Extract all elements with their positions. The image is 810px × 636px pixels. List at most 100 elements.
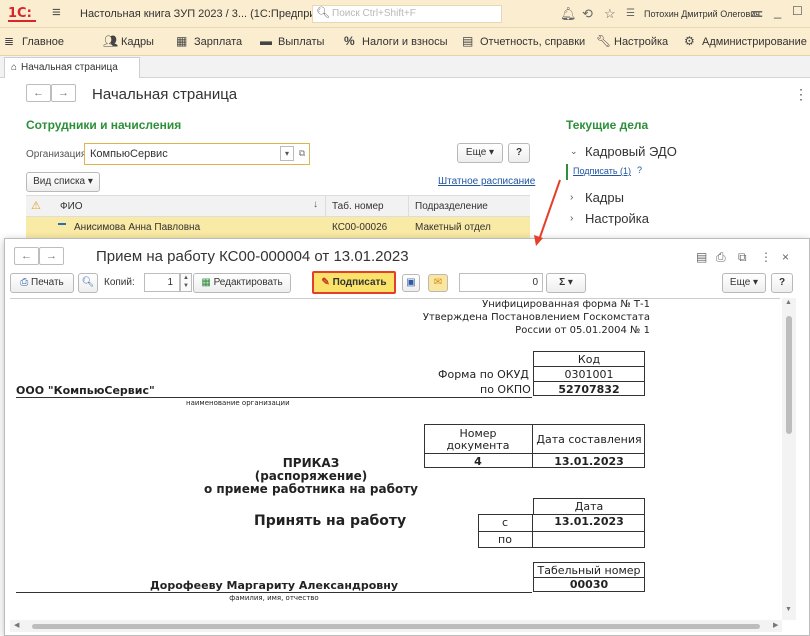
close-icon[interactable]: × <box>782 250 789 264</box>
section-reports[interactable]: ▤ Отчетность, справки <box>462 34 585 50</box>
more-actions-icon[interactable]: ⋮ <box>760 250 772 264</box>
sort-arrow-icon[interactable]: ↓ <box>313 199 318 210</box>
sum-button[interactable]: Σ ▾ <box>546 273 586 293</box>
scroll-right-icon[interactable]: ▶ <box>773 621 778 629</box>
hr-group[interactable]: Кадры <box>585 190 624 205</box>
copies-spinner[interactable]: ▲ ▼ <box>180 273 192 292</box>
settings-group[interactable]: Настройка <box>585 211 649 226</box>
sign-button[interactable]: ✎ Подписать <box>312 271 396 294</box>
edit-button[interactable]: ▦ Редактировать <box>193 273 291 293</box>
doc-back-button[interactable]: ← <box>14 247 39 265</box>
print-icon[interactable]: ⎙ <box>716 250 726 265</box>
from-date-value: 13.01.2023 <box>554 515 624 528</box>
user-name[interactable]: Потохин Дмитрий Олегович <box>644 9 760 19</box>
wrench-icon: 🔧︎ <box>596 34 612 48</box>
sign-pending-link[interactable]: Подписать (1) <box>573 166 631 176</box>
underline <box>16 397 532 398</box>
hire-label: Принять на работу <box>254 513 407 529</box>
global-search-input[interactable]: Поиск Ctrl+Shift+F <box>332 8 416 19</box>
from-label: с <box>501 516 509 529</box>
user-icon[interactable]: ☰ <box>626 8 635 19</box>
doc-forward-button[interactable]: → <box>39 247 64 265</box>
main-menu-icon[interactable]: ≡ <box>52 4 61 21</box>
chevron-down-icon: ▾ <box>87 176 93 187</box>
form-approval-block: Унифицированная форма № Т-1 Утверждена П… <box>422 299 650 336</box>
back-button[interactable]: ← <box>26 84 51 102</box>
search-icon: 🔍︎ <box>316 7 330 19</box>
help-button[interactable]: ? <box>508 143 530 163</box>
sign-help-link[interactable]: ? <box>637 165 642 175</box>
tab-home[interactable]: ⌂ Начальная страница <box>4 57 140 78</box>
vertical-scroll-thumb[interactable] <box>786 316 792 434</box>
doc-date-header: Дата составления <box>536 433 642 446</box>
arrow-head <box>534 235 543 246</box>
row-tab-number: КС00-00026 <box>332 222 388 233</box>
copies-input[interactable]: 1 <box>144 273 180 292</box>
doc-more-button[interactable]: Еще ▾ <box>722 273 766 293</box>
chevron-down-icon: ▾ <box>567 277 573 288</box>
favorites-star-icon[interactable]: ☆ <box>604 6 616 22</box>
organization-label: Организация: <box>26 149 90 160</box>
minimize-icon[interactable]: _ <box>774 4 781 19</box>
chevron-right-icon[interactable]: › <box>570 192 573 203</box>
more-button[interactable]: Еще ▾ <box>457 143 503 163</box>
section-main[interactable]: ≣ Главное <box>4 34 64 50</box>
chevron-down-icon: ▾ <box>489 147 495 158</box>
wallet-icon: ▬ <box>260 34 272 48</box>
organization-open-icon[interactable]: ⧉ <box>296 146 308 161</box>
okpo-value: 52707832 <box>558 383 620 396</box>
maximize-icon[interactable]: ☐ <box>792 4 803 18</box>
forward-button[interactable]: → <box>51 84 76 102</box>
bell-icon[interactable]: 🔔︎ <box>560 6 577 22</box>
home-icon: ⌂ <box>11 62 18 73</box>
section-settings[interactable]: 🔧︎ Настройка <box>596 34 668 50</box>
section-hr[interactable]: 👥︎ Кадры <box>103 34 154 50</box>
row-department: Макетный отдел <box>415 222 491 233</box>
printer-icon: ⎙ <box>20 277 29 288</box>
view-list-button[interactable]: Вид списка ▾ <box>26 172 100 192</box>
divider <box>424 453 645 454</box>
doc-number-header: Номер документа <box>446 427 510 452</box>
column-department[interactable]: Подразделение <box>415 201 488 212</box>
chevron-down-icon[interactable]: ⌄ <box>570 146 578 157</box>
organization-value[interactable]: КомпьюСервис <box>90 148 168 160</box>
logo-underline <box>8 20 36 22</box>
okud-value: 0301001 <box>564 368 614 381</box>
employee-caption: фамилия, имя, отчество <box>229 594 319 602</box>
page-title: Начальная страница <box>92 86 238 103</box>
save-icon[interactable]: ▤ <box>696 250 707 264</box>
divider <box>533 381 645 382</box>
scroll-left-icon[interactable]: ◀ <box>14 621 19 629</box>
chevron-right-icon[interactable]: › <box>570 213 573 224</box>
okpo-label: по ОКПО <box>480 383 531 396</box>
doc-help-button[interactable]: ? <box>771 273 793 293</box>
preview-button[interactable]: 🔍︎ <box>78 273 98 293</box>
column-tab-number[interactable]: Таб. номер <box>332 201 384 212</box>
section-payments[interactable]: ▬ Выплаты <box>260 34 324 50</box>
print-button[interactable]: ⎙ Печать <box>10 273 74 293</box>
more-actions-icon[interactable]: ⋮ <box>794 86 808 103</box>
doc-number-value: 4 <box>474 455 482 468</box>
organization-caption: наименование организации <box>186 399 290 407</box>
save-file-button[interactable]: ▣ <box>402 274 420 292</box>
horizontal-scroll-thumb[interactable] <box>32 624 760 629</box>
scroll-up-icon[interactable]: ▲ <box>785 299 792 306</box>
organization-name: ООО "КомпьюСервис" <box>16 384 155 397</box>
column-fio[interactable]: ФИО <box>60 201 83 212</box>
settings-menu-icon[interactable]: ⚌ <box>750 3 763 21</box>
preview-icon[interactable]: ⧉ <box>738 250 747 265</box>
divider <box>478 531 645 532</box>
history-icon[interactable]: ⟲ <box>582 6 593 22</box>
section-administration[interactable]: ⚙︎ Администрирование <box>684 34 807 50</box>
staff-schedule-link[interactable]: Штатное расписание <box>438 176 535 187</box>
organization-dropdown-button[interactable]: ▾ <box>280 146 294 161</box>
section-salary[interactable]: ▦ Зарплата <box>176 34 242 50</box>
hr-edo-group[interactable]: Кадровый ЭДО <box>585 144 677 159</box>
tab-number-value: 00030 <box>569 578 609 591</box>
section-taxes[interactable]: % Налоги и взносы <box>344 34 448 50</box>
sum-field[interactable]: 0 <box>459 273 543 292</box>
scroll-down-icon[interactable]: ▼ <box>785 606 792 613</box>
to-label: по <box>498 533 512 546</box>
date-header: Дата <box>574 500 604 513</box>
send-email-button[interactable]: ✉ <box>428 274 448 292</box>
